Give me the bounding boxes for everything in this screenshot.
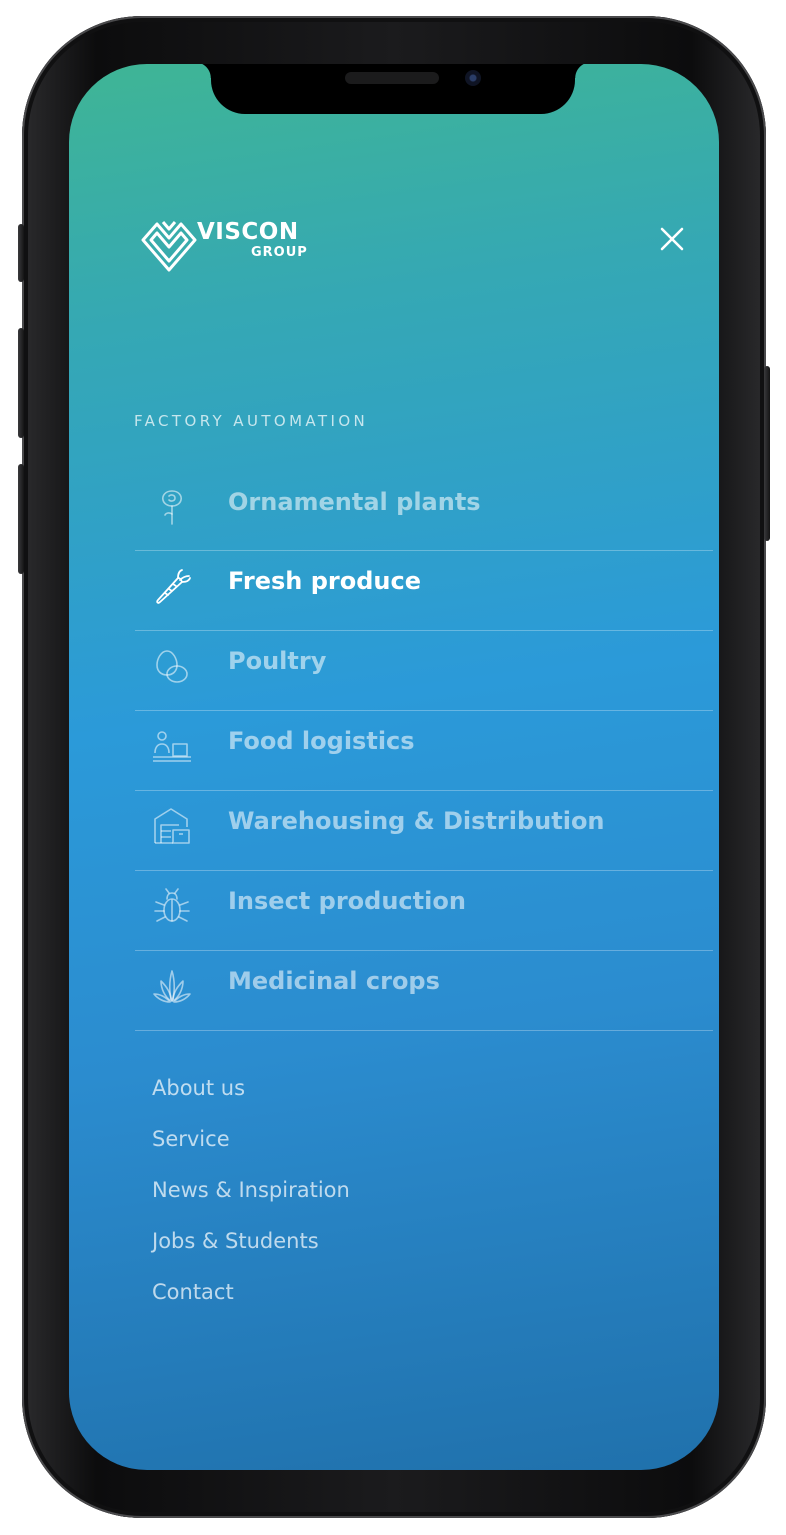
link-jobs-students[interactable]: Jobs & Students bbox=[152, 1229, 350, 1280]
close-icon bbox=[660, 227, 684, 251]
industry-menu: Ornamental plants Fresh produce Poultry … bbox=[135, 472, 713, 1031]
mute-switch bbox=[18, 224, 24, 282]
phone-frame: VISCON GROUP FACTORY AUTOMATION Ornament… bbox=[18, 16, 770, 1518]
link-contact[interactable]: Contact bbox=[152, 1280, 350, 1331]
menu-item-fresh-produce[interactable]: Fresh produce bbox=[135, 551, 713, 631]
leaf-icon bbox=[149, 963, 195, 1009]
front-camera bbox=[465, 70, 481, 86]
menu-item-label: Ornamental plants bbox=[228, 488, 481, 516]
menu-item-label: Fresh produce bbox=[228, 567, 421, 595]
warehouse-icon bbox=[149, 803, 195, 849]
viscon-logo[interactable]: VISCON GROUP bbox=[139, 216, 331, 276]
volume-down-button bbox=[18, 464, 24, 574]
bug-icon bbox=[149, 883, 195, 929]
logo-subtitle: GROUP bbox=[251, 245, 308, 260]
menu-item-label: Medicinal crops bbox=[228, 967, 440, 995]
menu-item-food-logistics[interactable]: Food logistics bbox=[135, 711, 713, 791]
person-crate-icon bbox=[149, 723, 195, 769]
link-news-inspiration[interactable]: News & Inspiration bbox=[152, 1178, 350, 1229]
close-button[interactable] bbox=[657, 224, 687, 254]
link-service[interactable]: Service bbox=[152, 1127, 350, 1178]
carrot-icon bbox=[149, 563, 195, 609]
phone-screen: VISCON GROUP FACTORY AUTOMATION Ornament… bbox=[69, 64, 719, 1470]
speaker-grille bbox=[345, 72, 439, 84]
section-heading: FACTORY AUTOMATION bbox=[134, 412, 369, 430]
menu-item-label: Food logistics bbox=[228, 727, 415, 755]
side-button bbox=[764, 366, 770, 541]
volume-up-button bbox=[18, 328, 24, 438]
eggs-icon bbox=[149, 643, 195, 689]
logo-wordmark: VISCON bbox=[197, 219, 299, 245]
menu-item-insect-production[interactable]: Insect production bbox=[135, 871, 713, 951]
menu-item-ornamental-plants[interactable]: Ornamental plants bbox=[135, 472, 713, 551]
viscon-logo-mark bbox=[141, 221, 197, 272]
menu-item-poultry[interactable]: Poultry bbox=[135, 631, 713, 711]
rose-icon bbox=[149, 484, 195, 530]
menu-item-medicinal-crops[interactable]: Medicinal crops bbox=[135, 951, 713, 1031]
menu-item-warehousing-distribution[interactable]: Warehousing & Distribution bbox=[135, 791, 713, 871]
link-about-us[interactable]: About us bbox=[152, 1076, 350, 1127]
menu-item-label: Warehousing & Distribution bbox=[228, 807, 605, 835]
secondary-nav: About us Service News & Inspiration Jobs… bbox=[152, 1076, 350, 1331]
menu-item-label: Insect production bbox=[228, 887, 466, 915]
notch bbox=[195, 64, 591, 114]
menu-item-label: Poultry bbox=[228, 647, 327, 675]
